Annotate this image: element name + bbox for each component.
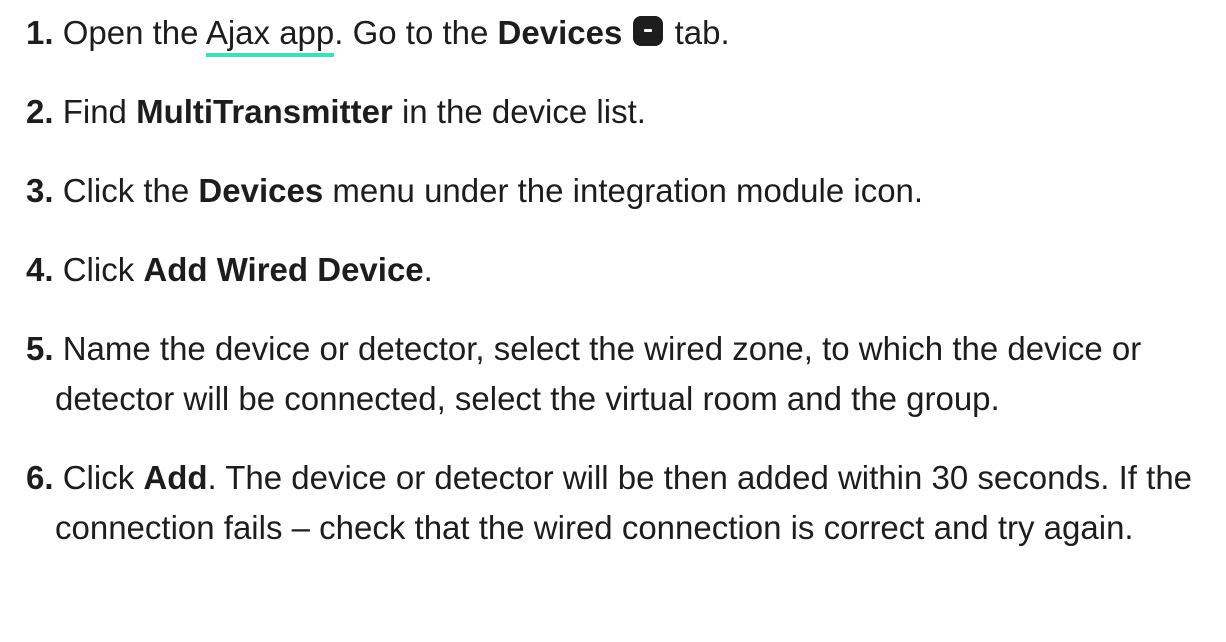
ajax-app-link[interactable]: Ajax app [205, 14, 335, 57]
step-4: 4. Click Add Wired Device. [26, 245, 1216, 295]
add-label: Add [143, 459, 208, 496]
step-text: Name the device or detector, select the … [55, 330, 1142, 417]
step-text: . [423, 251, 433, 288]
step-text: Click the [62, 172, 199, 209]
step-3: 3. Click the Devices menu under the inte… [26, 166, 1216, 216]
devices-label: Devices [497, 14, 623, 51]
step-number: 1. [26, 14, 54, 51]
step-number: 5. [26, 330, 54, 367]
step-number: 4. [26, 251, 54, 288]
step-5: 5. Name the device or detector, select t… [26, 324, 1216, 424]
step-text: menu under the integration module icon. [323, 172, 924, 209]
step-text: in the device list. [392, 93, 646, 130]
step-1: 1. Open the Ajax app. Go to the Devices … [26, 8, 1216, 58]
multitransmitter-label: MultiTransmitter [136, 93, 393, 130]
step-text: Click [62, 459, 144, 496]
devices-tab-icon [633, 16, 664, 46]
step-number: 2. [26, 93, 54, 130]
step-number: 3. [26, 172, 54, 209]
step-text: Open the [62, 14, 206, 51]
step-2: 2. Find MultiTransmitter in the device l… [26, 87, 1216, 137]
step-text: . Go to the [334, 14, 498, 51]
step-6: 6. Click Add. The device or detector wil… [26, 453, 1216, 553]
devices-menu-label: Devices [198, 172, 324, 209]
step-text: Click [62, 251, 144, 288]
step-text: . The device or detector will be then ad… [55, 459, 1193, 546]
instruction-steps: 1. Open the Ajax app. Go to the Devices … [0, 0, 1216, 553]
step-number: 6. [26, 459, 54, 496]
add-wired-device-label: Add Wired Device [143, 251, 424, 288]
step-text: Find [62, 93, 137, 130]
step-text: tab. [665, 14, 730, 51]
